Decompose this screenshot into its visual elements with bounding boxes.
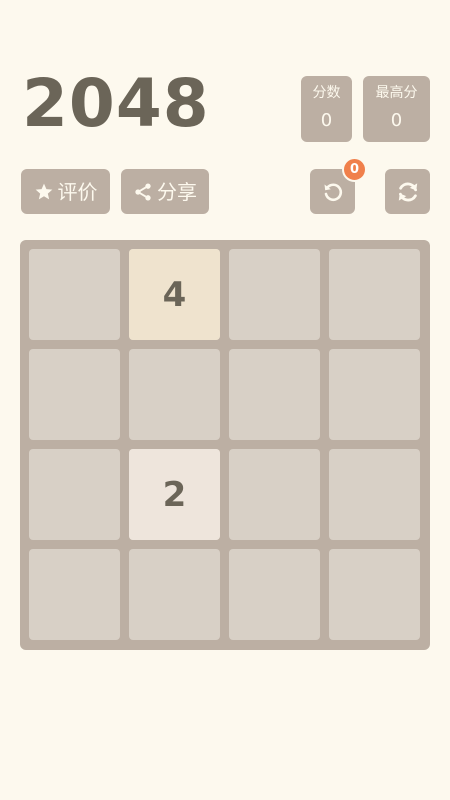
grid-cell [129, 549, 220, 640]
grid-cell [229, 549, 320, 640]
best-score-box: 最高分 0 [363, 76, 430, 142]
restart-icon [395, 179, 421, 205]
grid-cell [329, 449, 420, 540]
grid-cell [329, 249, 420, 340]
grid-cell [329, 549, 420, 640]
game-board[interactable]: 42 [20, 240, 430, 650]
tile-2: 2 [129, 449, 220, 540]
share-button[interactable]: 分享 [121, 169, 209, 214]
best-score-value: 0 [390, 110, 403, 131]
grid-cell [29, 349, 120, 440]
share-icon [133, 182, 153, 202]
grid-cell [29, 449, 120, 540]
score-value: 0 [320, 110, 333, 131]
rate-label: 评价 [57, 179, 98, 204]
grid-cell [29, 249, 120, 340]
score-label: 分数 [312, 85, 341, 101]
best-score-label: 最高分 [375, 85, 418, 101]
grid-cell [129, 349, 220, 440]
grid-cell [229, 249, 320, 340]
grid-cell [229, 349, 320, 440]
undo-icon [321, 180, 345, 204]
grid-cell [329, 349, 420, 440]
star-icon [34, 182, 54, 202]
rate-button[interactable]: 评价 [21, 169, 110, 214]
score-box: 分数 0 [301, 76, 352, 142]
grid-cell [29, 549, 120, 640]
game-title: 2048 [22, 65, 210, 142]
game-screen: 2048 分数 0 最高分 0 评价 分享 0 4 2 [0, 0, 450, 800]
share-label: 分享 [157, 179, 197, 204]
undo-count-badge: 0 [342, 157, 367, 182]
restart-button[interactable] [385, 169, 430, 214]
tile-4: 4 [129, 249, 220, 340]
grid-cell [229, 449, 320, 540]
